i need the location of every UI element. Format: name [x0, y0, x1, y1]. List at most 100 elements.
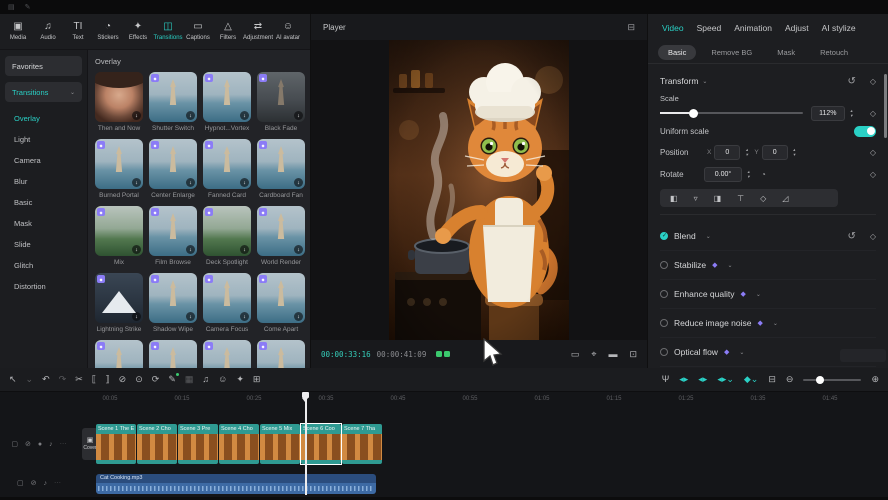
undo-icon[interactable]: ↶ — [42, 375, 50, 384]
inspector-tab[interactable]: Animation — [734, 23, 772, 33]
sidebar-item[interactable]: Distortion — [5, 276, 82, 297]
top-toolbar-item[interactable]: ♫ Audio — [33, 22, 63, 42]
transition-thumbnail[interactable]: ◆ ↓ — [257, 273, 305, 323]
timeline-zoom-slider[interactable] — [803, 375, 861, 385]
sidebar-item[interactable]: Overlay — [5, 108, 82, 129]
position-x-input[interactable]: 0 — [714, 145, 740, 160]
velocity-icon[interactable]: ◂▸⌄ — [717, 375, 734, 384]
rotate-stepper[interactable]: ▴▾ — [744, 167, 753, 182]
trim-left-icon[interactable]: ⟦ — [92, 375, 96, 384]
sidebar-item[interactable]: Glitch — [5, 255, 82, 276]
lock-track-icon[interactable]: ⊘ — [31, 480, 37, 487]
player-menu-icon[interactable]: ⊟ — [627, 22, 635, 33]
inspector-tab[interactable]: Video — [662, 23, 684, 33]
sidebar-item[interactable]: Blur — [5, 171, 82, 192]
mute-track-icon[interactable]: ♪ — [49, 441, 53, 448]
keyframe-icon[interactable]: ◇ — [870, 148, 876, 157]
redo-icon[interactable]: ↷ — [59, 375, 67, 384]
inspector-tab[interactable]: AI stylize — [822, 23, 856, 33]
delete-icon[interactable]: ⊘ — [119, 375, 127, 384]
timeline-clip[interactable]: Scene 2 Cho — [137, 424, 177, 464]
magic-icon[interactable]: ✦ — [236, 375, 244, 384]
category-dropdown[interactable]: Transitions ⌄ — [5, 82, 82, 102]
sidebar-item[interactable]: Camera — [5, 150, 82, 171]
transition-card[interactable]: ◆ ↓ — [149, 340, 197, 368]
section-checkbox[interactable] — [660, 348, 668, 356]
screen-icon[interactable]: ⊞ — [253, 375, 261, 384]
preview-window-icon[interactable]: ⊟ — [768, 375, 776, 384]
transition-thumbnail[interactable]: ◆ ↓ — [203, 139, 251, 189]
sidebar-item[interactable]: Light — [5, 129, 82, 150]
scrollbar[interactable] — [884, 74, 887, 138]
zoom-out-icon[interactable]: ⊖ — [786, 375, 794, 384]
more-icon[interactable]: ⋯ — [60, 441, 67, 448]
auto-reframe-icon[interactable]: ◂▸ — [698, 375, 707, 384]
transition-card[interactable]: ◆ ↓ Mix — [95, 206, 143, 267]
freeze-icon[interactable]: ▦ — [185, 375, 194, 384]
transition-thumbnail[interactable]: ◆ ↓ — [149, 273, 197, 323]
position-x-stepper[interactable]: ▴▾ — [742, 145, 751, 160]
fullscreen-icon[interactable]: ⊡ — [629, 350, 637, 359]
keyframe-icon[interactable]: ◇ — [870, 109, 876, 118]
transition-card[interactable]: ◆ ↓ World Render — [257, 206, 305, 267]
transition-thumbnail[interactable]: ◆ ↓ — [203, 206, 251, 256]
inspector-subtab[interactable]: Mask — [767, 45, 805, 60]
transition-card[interactable]: ◆ ↓ Burned Portal — [95, 139, 143, 200]
rotate-value-input[interactable]: 0.00° — [704, 167, 742, 182]
top-toolbar-item[interactable]: ☺ AI avatar — [273, 22, 303, 42]
transition-thumbnail[interactable]: ◆ ↓ — [149, 139, 197, 189]
transition-thumbnail[interactable]: ◆ ↓ — [149, 340, 197, 368]
smart-cut-icon[interactable]: ◂▸ — [679, 375, 688, 384]
main-track-icon[interactable]: ● — [38, 441, 42, 448]
transition-thumbnail[interactable]: ◆ ↓ — [95, 273, 143, 323]
transition-card[interactable]: ◆ ↓ Shutter Switch — [149, 72, 197, 133]
scale-stepper[interactable]: ▴▾ — [847, 106, 856, 121]
transition-card[interactable]: ◆ ↓ Center Enlarge — [149, 139, 197, 200]
transition-card[interactable]: ◆ ↓ Lightning Strike — [95, 273, 143, 334]
keyframe-tool-icon[interactable]: ◆⌄ — [744, 375, 758, 384]
transition-thumbnail[interactable]: ◆ ↓ — [257, 206, 305, 256]
position-y-input[interactable]: 0 — [762, 145, 788, 160]
transition-card[interactable]: ◆ ↓ Then and Now — [95, 72, 143, 133]
sidebar-item[interactable]: Basic — [5, 192, 82, 213]
timeline-clip[interactable]: Scene 3 Pre — [178, 424, 218, 464]
inspector-section[interactable]: Enhance quality ◆ ⌄ ↺ ◇ — [660, 280, 876, 309]
transition-thumbnail[interactable]: ◆ ↓ — [203, 273, 251, 323]
select-caret-icon[interactable]: ⌄ — [26, 375, 34, 384]
transition-thumbnail[interactable]: ◆ ↓ — [257, 139, 305, 189]
transition-thumbnail[interactable]: ◆ ↓ — [203, 340, 251, 368]
timeline-clip[interactable]: Scene 5 Mix — [260, 424, 300, 464]
rotate-dial-icon[interactable]: ◔ — [761, 170, 766, 179]
inspector-subtab[interactable]: Basic — [658, 45, 696, 60]
transition-card[interactable]: ◆ ↓ Black Fade — [257, 72, 305, 133]
mirror-icon[interactable]: ⊙ — [135, 375, 143, 384]
top-toolbar-item[interactable]: △ Filters — [213, 22, 243, 42]
section-checkbox[interactable] — [660, 232, 668, 240]
top-toolbar-item[interactable]: ◫ Transitions — [153, 22, 183, 42]
mute-track-icon[interactable]: ♪ — [44, 480, 48, 487]
inspector-subtab[interactable]: Remove BG — [701, 45, 762, 60]
more-icon[interactable]: ⋯ — [54, 480, 61, 487]
hide-track-icon[interactable]: ▢ — [17, 480, 24, 487]
transition-thumbnail[interactable]: ◆ ↓ — [257, 340, 305, 368]
voiceover-mic-icon[interactable]: Ψ — [662, 375, 670, 384]
uniform-scale-toggle[interactable] — [854, 126, 876, 137]
transition-card[interactable]: ◆ ↓ — [203, 340, 251, 368]
transition-card[interactable]: ◆ ↓ Cardboard Fan — [257, 139, 305, 200]
inspector-tab[interactable]: Adjust — [785, 23, 809, 33]
reset-icon[interactable]: ↺ — [847, 231, 855, 242]
top-toolbar-item[interactable]: ◔ Stickers — [93, 22, 123, 42]
inspector-section[interactable]: Blend ◆ ⌄ ↺ ◇ — [660, 222, 876, 251]
scale-slider[interactable] — [660, 105, 803, 121]
flip-horizontal-icon[interactable]: ◧ — [670, 194, 678, 203]
top-toolbar-item[interactable]: ▭ Captions — [183, 22, 213, 42]
align-top-icon[interactable]: ⊤ — [737, 194, 744, 203]
transition-thumbnail[interactable]: ◆ ↓ — [95, 206, 143, 256]
timeline-clip[interactable]: Scene 6 Coo — [301, 424, 341, 464]
split-icon[interactable]: ✂ — [75, 375, 83, 384]
ai-edit-icon[interactable]: ✎ — [168, 375, 176, 384]
transform-header[interactable]: Transform ⌄ ↺ ◇ — [660, 70, 876, 92]
keyframe-icon[interactable]: ◇ — [870, 170, 876, 179]
zoom-in-icon[interactable]: ⊕ — [871, 375, 879, 384]
transition-card[interactable]: ◆ ↓ Film Browse — [149, 206, 197, 267]
